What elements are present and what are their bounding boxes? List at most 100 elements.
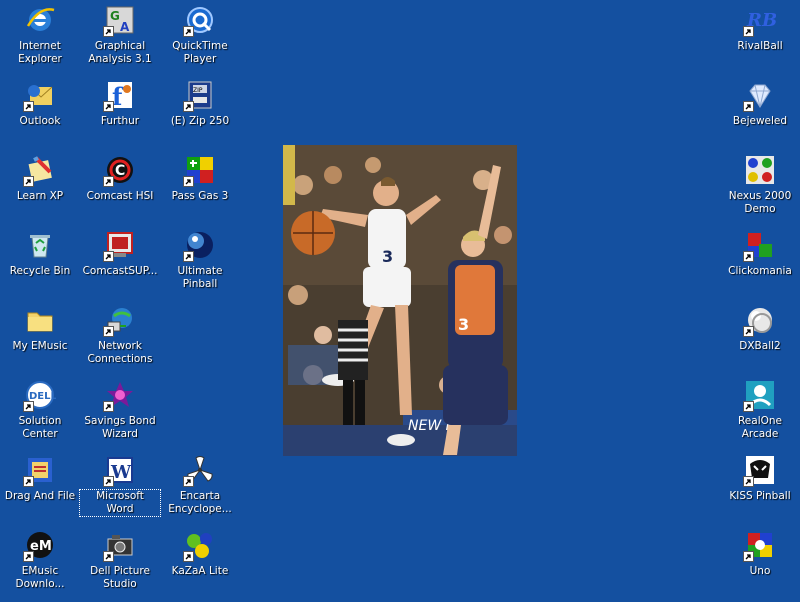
svg-text:C: C [115,163,125,179]
desktop-icon-outlook[interactable]: Outlook [0,77,80,152]
desktop-icon-diamond[interactable]: Bejeweled [720,77,800,152]
network-icon [103,304,136,337]
desktop-icon-label: EMusic Downlo... [15,565,65,590]
desktop-icon-label: Dell Picture Studio [90,565,150,590]
pass-gas-icon [183,154,216,187]
desktop-icon-pass-gas[interactable]: Pass Gas 3 [160,152,240,227]
desktop-icon-label: Graphical Analysis 3.1 [88,40,152,65]
desktop-icon-label: DXBall2 [739,340,781,352]
graphical-analysis-icon: GA [103,4,136,37]
desktop-icon-recycle-bin[interactable]: Recycle Bin [0,227,80,302]
svg-text:ZIP: ZIP [193,87,203,94]
desktop-icon-zip-drive[interactable]: ZIP (E) Zip 250 [160,77,240,152]
desktop-icon-internet-explorer[interactable]: Internet Explorer [0,2,80,77]
desktop-icon-clickomania[interactable]: Clickomania [720,227,800,302]
desktop-icon-learn-xp[interactable]: Learn XP [0,152,80,227]
desktop-icon-label: Microsoft Word [79,489,161,517]
shortcut-arrow-icon [23,101,34,112]
shortcut-arrow-icon [103,26,114,37]
drag-and-file-icon [23,454,56,487]
desktop-icon-quicktime[interactable]: QuickTime Player [160,2,240,77]
desktop-icon-dxball[interactable]: DXBall2 [720,302,800,377]
desktop-icon-rivalball[interactable]: RB RivalBall [720,2,800,77]
shortcut-arrow-icon [183,176,194,187]
desktop-icon-network[interactable]: Network Connections [80,302,160,377]
desktop-icon-label: Ultimate Pinball [177,265,223,290]
desktop-icon-label: Uno [749,565,771,577]
emusic-icon: eM [23,529,56,562]
desktop-icon-label: RivalBall [737,40,783,52]
recycle-bin-icon [24,229,56,261]
desktop-icon-label: Savings Bond Wizard [84,415,156,440]
shortcut-arrow-icon [743,251,754,262]
furthur-icon: f [103,79,136,112]
svg-text:G: G [110,9,120,23]
word-icon: W [103,454,136,487]
desktop-icon-comcast-support[interactable]: ComcastSUP... [80,227,160,302]
shortcut-arrow-icon [183,476,194,487]
desktop-icon-label: Encarta Encyclope... [168,490,232,515]
basketball-photo-icon: NEW E 3 3 [283,145,517,456]
shortcut-arrow-icon [183,551,194,562]
desktop-icon-realone[interactable]: RealOne Arcade [720,377,800,452]
nexus-icon [744,154,776,186]
shortcut-arrow-icon [743,101,754,112]
shortcut-arrow-icon [103,101,114,112]
shortcut-arrow-icon [103,476,114,487]
svg-text:3: 3 [458,315,469,334]
shortcut-arrow-icon [183,26,194,37]
shortcut-arrow-icon [23,401,34,412]
desktop-icon-comcast-hsi[interactable]: C Comcast HSI [80,152,160,227]
desktop-icon-label: Network Connections [87,340,153,365]
desktop-icon-uno[interactable]: Uno [720,527,800,602]
desktop-icon-label: Solution Center [18,415,62,440]
desktop-icon-kazaa[interactable]: KaZaA Lite [160,527,240,602]
desktop-icon-label: Furthur [100,115,140,127]
desktop-icon-label: Drag And File [4,490,76,502]
desktop-icon-dell[interactable]: DELL Solution Center [0,377,80,452]
rivalball-icon: RB [743,4,776,37]
uno-icon [743,529,776,562]
desktop-icon-label: Bejeweled [732,115,788,127]
shortcut-arrow-icon [103,176,114,187]
desktop-icon-graphical-analysis[interactable]: G A Graphical Analysis 3.1 [80,2,160,77]
clickomania-icon [743,229,776,262]
desktop-icon-label: (E) Zip 250 [170,115,230,127]
desktop-icon-label: Clickomania [728,265,792,277]
desktop-icon-label: Comcast HSI [86,190,154,202]
desktop-icon-label: Internet Explorer [18,40,62,65]
desktop-icon-label: Learn XP [16,190,64,202]
shortcut-arrow-icon [183,251,194,262]
shortcut-arrow-icon [183,101,194,112]
desktop-icon-label: RealOne Arcade [737,415,782,440]
internet-explorer-icon [24,4,56,36]
diamond-icon [743,79,776,112]
desktop-icon-label: Pass Gas 3 [171,190,229,202]
desktop-icon-word[interactable]: W Microsoft Word [79,452,161,527]
folder-icon [24,304,56,336]
desktop-icon-emusic[interactable]: eM EMusic Downlo... [0,527,80,602]
desktop-icon-folder[interactable]: My EMusic [0,302,80,377]
svg-text:3: 3 [382,247,393,266]
kiss-icon [743,454,776,487]
svg-text:A: A [120,20,130,34]
pinball-icon [183,229,216,262]
desktop-icon-savings-bond[interactable]: Savings Bond Wizard [80,377,160,452]
desktop-icon-pinball[interactable]: Ultimate Pinball [160,227,240,302]
comcast-hsi-icon: C [103,154,136,187]
desktop-icon-label: Recycle Bin [9,265,71,277]
shortcut-arrow-icon [743,26,754,37]
kazaa-icon [183,529,216,562]
desktop-icon-kiss[interactable]: KISS Pinball [720,452,800,527]
desktop-icon-label: My EMusic [12,340,68,352]
shortcut-arrow-icon [103,551,114,562]
desktop-icon-camera[interactable]: Dell Picture Studio [80,527,160,602]
desktop-icon-furthur[interactable]: f Furthur [80,77,160,152]
desktop-icon-label: KaZaA Lite [171,565,229,577]
dxball-icon [743,304,776,337]
desktop-icon-label: KISS Pinball [729,490,791,502]
desktop-icon-nexus[interactable]: Nexus 2000 Demo [720,152,800,227]
desktop-icon-encarta[interactable]: Encarta Encyclope... [160,452,240,527]
desktop-icon-label: Nexus 2000 Demo [728,190,792,215]
desktop-icon-drag-and-file[interactable]: Drag And File [0,452,80,527]
